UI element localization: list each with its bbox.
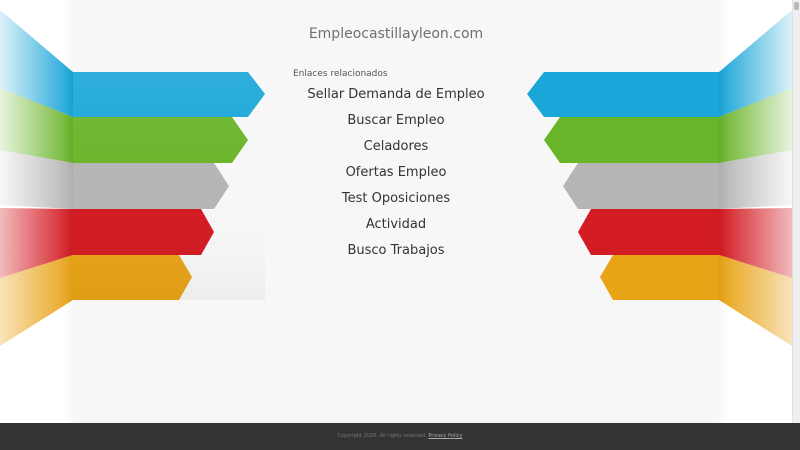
content-panel: Empleocastillayleon.com Enlaces relacion… xyxy=(73,0,719,423)
related-link[interactable]: Busco Trabajos xyxy=(73,241,719,267)
related-link[interactable]: Actividad xyxy=(73,215,719,241)
related-link[interactable]: Ofertas Empleo xyxy=(73,163,719,189)
scrollbar-thumb[interactable] xyxy=(794,2,799,10)
left-ribbon-wing xyxy=(0,10,73,346)
related-links-heading: Enlaces relacionados xyxy=(293,69,388,79)
related-link[interactable]: Test Oposiciones xyxy=(73,189,719,215)
page-viewport: Empleocastillayleon.com Enlaces relacion… xyxy=(0,0,792,423)
related-link[interactable]: Sellar Demanda de Empleo xyxy=(73,85,719,111)
related-links-list: Sellar Demanda de Empleo Buscar Empleo Cel… xyxy=(73,85,719,267)
vertical-scrollbar[interactable] xyxy=(792,0,800,423)
footer: Copyright 2020. All rights reserved. Pri… xyxy=(0,423,800,450)
related-link[interactable]: Celadores xyxy=(73,137,719,163)
copyright-text: Copyright 2020. All rights reserved. xyxy=(337,433,427,439)
right-ribbon-wing xyxy=(719,10,792,346)
related-link[interactable]: Buscar Empleo xyxy=(73,111,719,137)
privacy-policy-link[interactable]: Privacy Policy xyxy=(428,433,462,439)
site-title: Empleocastillayleon.com xyxy=(308,26,484,42)
